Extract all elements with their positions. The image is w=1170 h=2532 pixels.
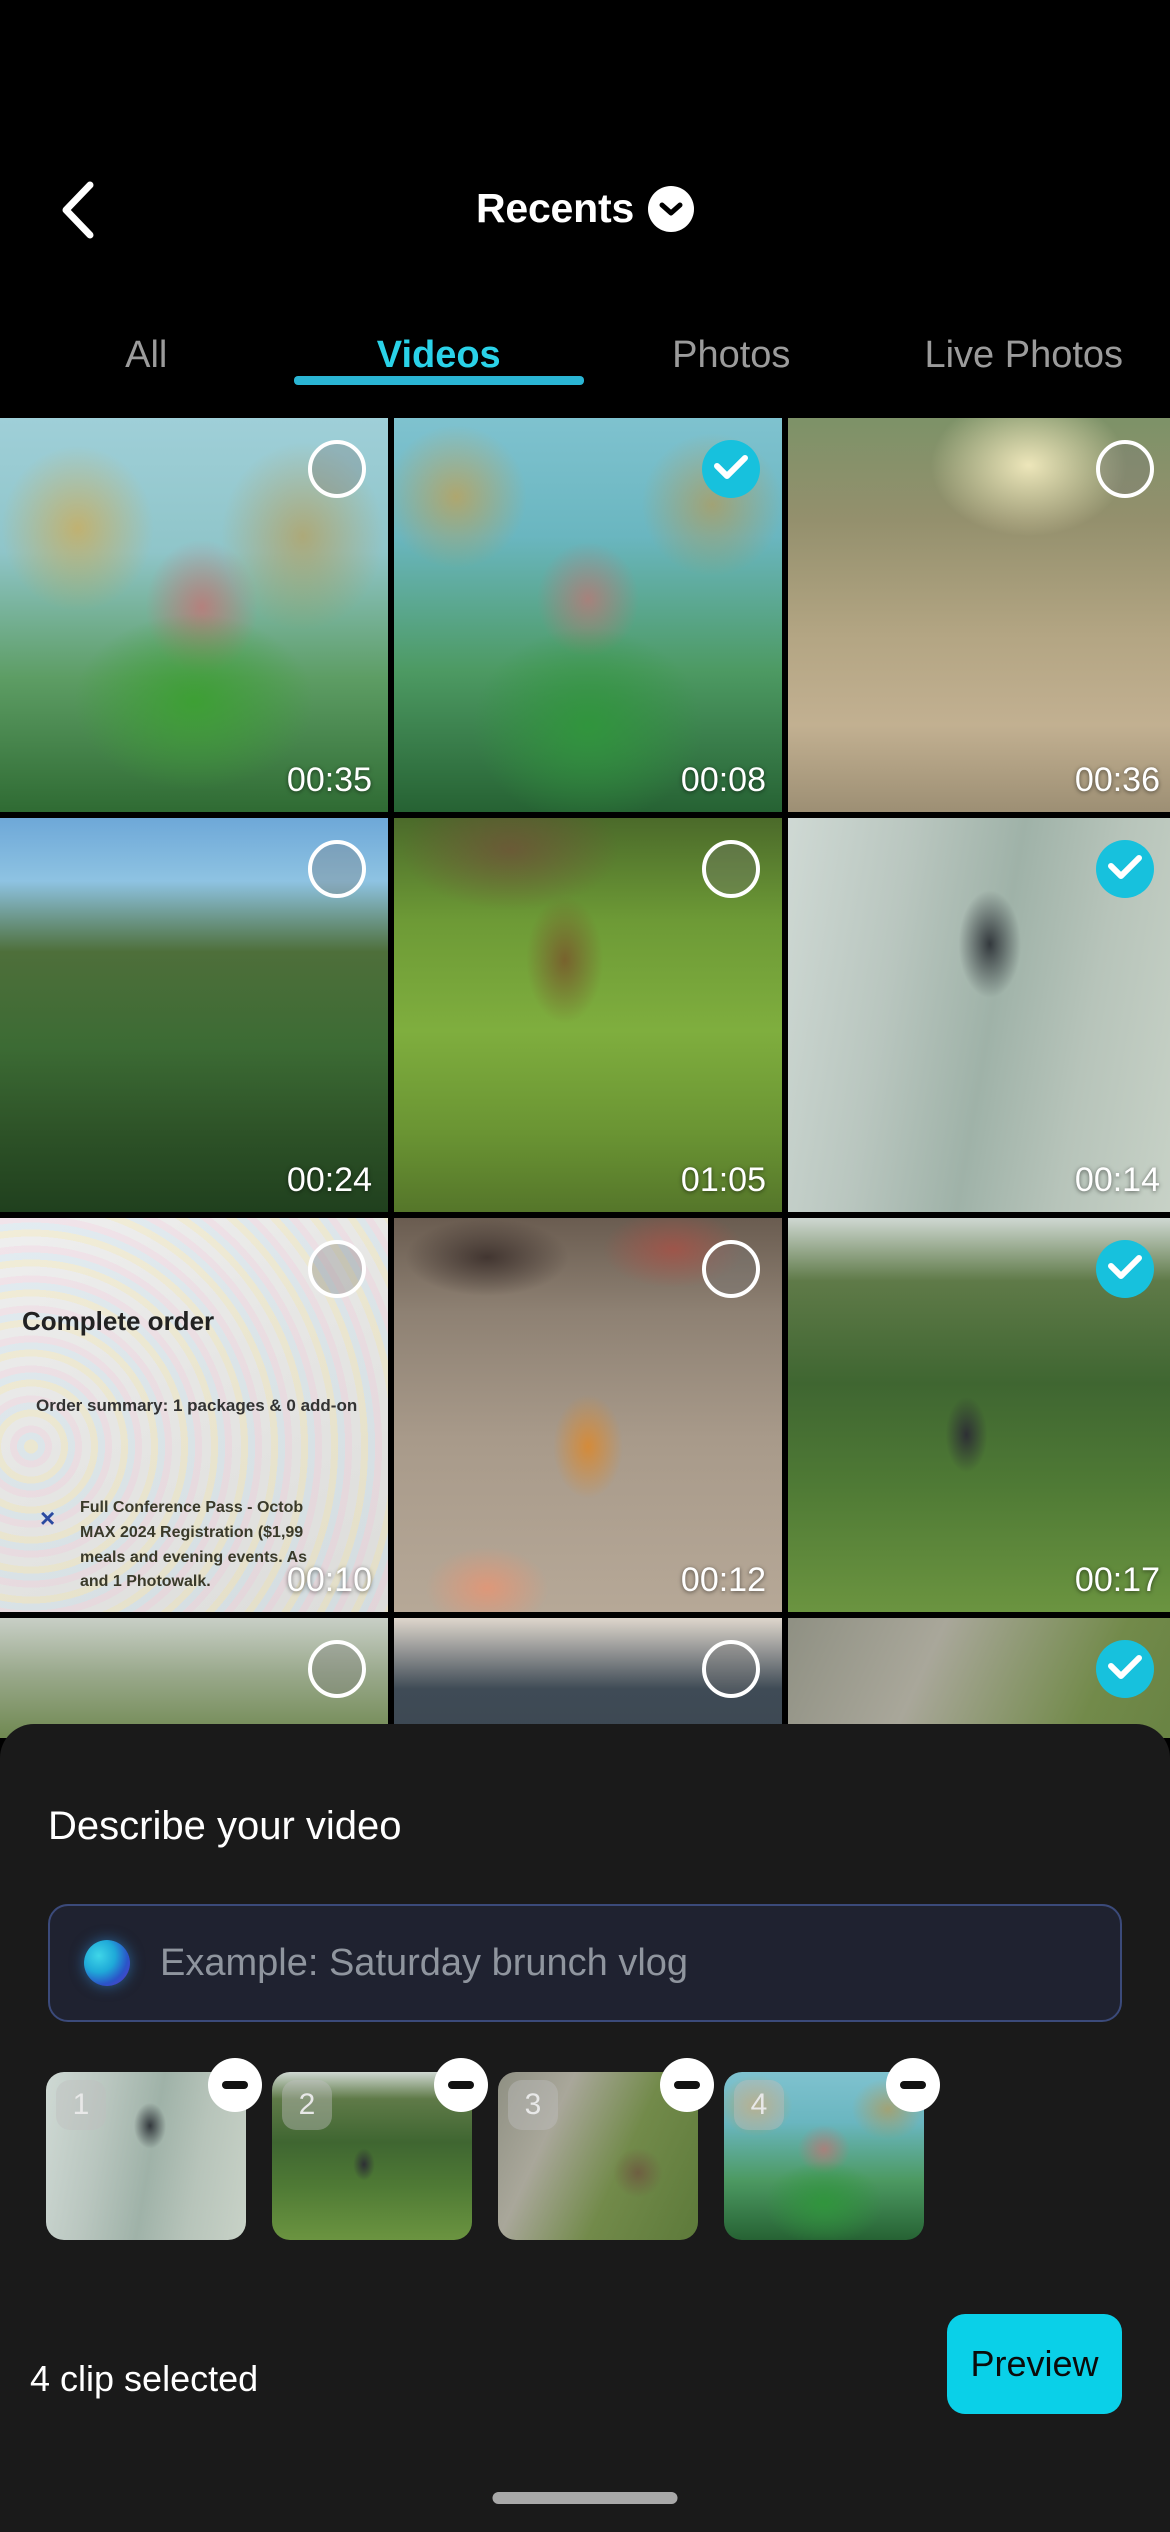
media-grid-item[interactable]: Complete order Order summary: 1 packages… — [0, 1218, 388, 1612]
media-grid-item[interactable]: 00:12 — [394, 1218, 782, 1612]
media-grid-item[interactable] — [788, 1618, 1170, 1738]
selection-toggle[interactable] — [308, 1240, 366, 1298]
minus-circle-icon[interactable] — [886, 2058, 940, 2112]
tab-photos[interactable]: Photos — [585, 290, 878, 377]
media-grid-item[interactable]: 00:17 — [788, 1218, 1170, 1612]
selected-clip[interactable]: 2 — [272, 2058, 488, 2240]
doc-body-line-2: MAX 2024 Registration ($1,99 — [80, 1523, 304, 1541]
doc-body-line-4: and 1 Photowalk. — [80, 1573, 211, 1591]
video-duration: 00:14 — [1074, 1161, 1160, 1199]
doc-body: Full Conference Pass - Octob MAX 2024 Re… — [80, 1496, 307, 1595]
media-grid-item[interactable] — [394, 1618, 782, 1738]
selected-clip[interactable]: 1 — [46, 2058, 262, 2240]
media-grid-item[interactable]: 00:24 — [0, 818, 388, 1212]
selection-toggle-selected[interactable] — [1096, 1240, 1154, 1298]
home-indicator[interactable] — [492, 2492, 678, 2504]
selected-clip[interactable]: 4 — [724, 2058, 940, 2240]
check-icon — [714, 454, 748, 485]
video-duration: 00:17 — [1074, 1561, 1160, 1599]
describe-video-sheet: Describe your video Example: Saturday br… — [0, 1724, 1170, 2532]
ai-sparkle-orb-icon — [84, 1940, 130, 1986]
navigation-bar: Recents — [0, 0, 1170, 290]
chevron-down-icon[interactable] — [648, 185, 695, 232]
tab-videos[interactable]: Videos — [293, 290, 586, 377]
selection-toggle[interactable] — [308, 840, 366, 898]
media-grid[interactable]: 00:35 00:08 00:36 00:24 01:05 00:14 Comp… — [0, 418, 1170, 1738]
describe-input-placeholder: Example: Saturday brunch vlog — [160, 1941, 689, 1984]
media-grid-item[interactable]: 00:35 — [0, 418, 388, 812]
media-grid-item[interactable]: 01:05 — [394, 818, 782, 1212]
doc-x-mark: × — [40, 1503, 56, 1533]
selection-toggle-selected[interactable] — [1096, 1640, 1154, 1698]
media-grid-item[interactable] — [0, 1618, 388, 1738]
selection-toggle[interactable] — [308, 440, 366, 498]
doc-body-line-3: meals and evening events. As — [80, 1548, 308, 1566]
minus-circle-icon[interactable] — [434, 2058, 488, 2112]
minus-circle-icon[interactable] — [660, 2058, 714, 2112]
sheet-footer: 4 clip selected Preview — [0, 2314, 1170, 2454]
tab-all[interactable]: All — [0, 290, 293, 377]
photo-picker-screen: Recents All Videos Photos Live Photos 00… — [0, 0, 1170, 2532]
clip-order-number: 1 — [56, 2080, 106, 2130]
describe-input-container[interactable]: Example: Saturday brunch vlog — [48, 1904, 1122, 2022]
check-icon — [1108, 1254, 1142, 1285]
selection-toggle[interactable] — [702, 1240, 760, 1298]
clip-order-number: 3 — [508, 2080, 558, 2130]
doc-body-line-1: Full Conference Pass - Octob — [80, 1499, 304, 1516]
selection-toggle[interactable] — [702, 1640, 760, 1698]
media-grid-item[interactable]: 00:08 — [394, 418, 782, 812]
doc-heading: Complete order — [22, 1306, 215, 1336]
video-duration: 01:05 — [680, 1161, 766, 1199]
video-duration: 00:24 — [286, 1161, 372, 1199]
selected-clip[interactable]: 3 — [498, 2058, 714, 2240]
video-duration: 00:35 — [286, 761, 372, 799]
media-grid-item[interactable]: 00:14 — [788, 818, 1170, 1212]
minus-circle-icon[interactable] — [208, 2058, 262, 2112]
doc-summary: Order summary: 1 packages & 0 add-on — [36, 1396, 358, 1415]
selection-toggle[interactable] — [308, 1640, 366, 1698]
selected-clips-strip[interactable]: 1 2 3 4 — [46, 2058, 1126, 2258]
video-duration: 00:10 — [286, 1561, 372, 1599]
selection-toggle-selected[interactable] — [1096, 840, 1154, 898]
video-duration: 00:36 — [1074, 761, 1160, 799]
selection-toggle[interactable] — [1096, 440, 1154, 498]
clip-order-number: 2 — [282, 2080, 332, 2130]
selection-toggle[interactable] — [702, 840, 760, 898]
page-title: Recents — [475, 185, 635, 231]
sheet-title: Describe your video — [48, 1804, 402, 1848]
video-duration: 00:08 — [680, 761, 766, 799]
video-duration: 00:12 — [680, 1561, 766, 1599]
media-grid-item[interactable]: 00:36 — [788, 418, 1170, 812]
media-type-tabs: All Videos Photos Live Photos — [0, 290, 1170, 420]
selection-toggle-selected[interactable] — [702, 440, 760, 498]
clip-order-number: 4 — [734, 2080, 784, 2130]
check-icon — [1108, 1654, 1142, 1685]
selection-count-label: 4 clip selected — [30, 2358, 259, 2399]
tab-live-photos[interactable]: Live Photos — [878, 290, 1170, 377]
album-selector[interactable]: Recents — [0, 185, 1170, 232]
preview-button[interactable]: Preview — [947, 2314, 1122, 2414]
check-icon — [1108, 854, 1142, 885]
